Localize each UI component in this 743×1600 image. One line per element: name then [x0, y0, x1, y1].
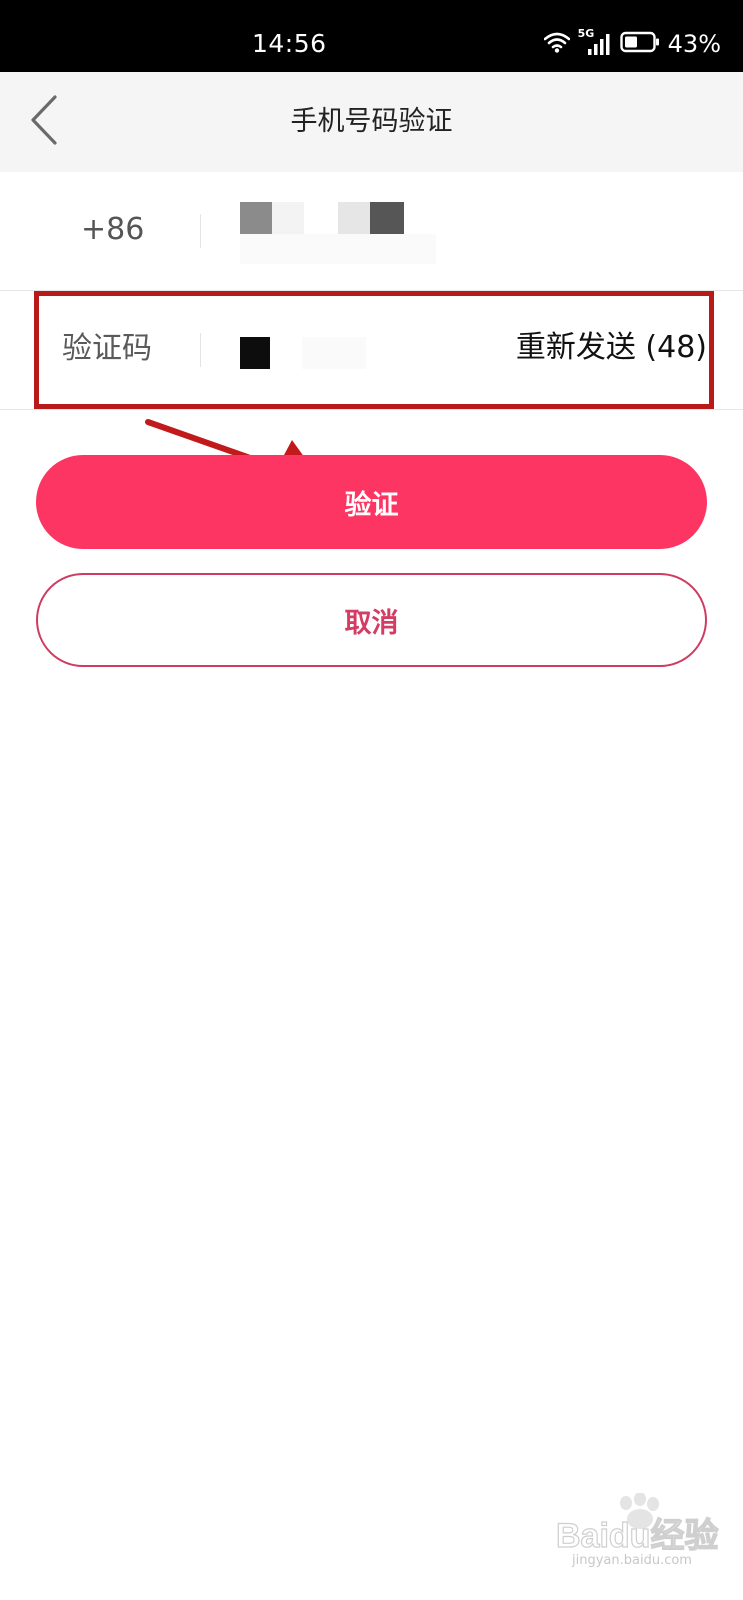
resend-code-button[interactable]: 重新发送 (48) — [516, 327, 707, 369]
masked-digit — [370, 202, 404, 234]
page-title: 手机号码验证 — [290, 106, 453, 137]
verification-code-label: 验证码 — [62, 331, 152, 366]
field-divider — [200, 333, 201, 367]
battery-percent: 43% — [667, 30, 721, 58]
country-code[interactable]: +86 — [81, 210, 144, 250]
masked-digit — [272, 202, 304, 234]
watermark-brand: Baidu经验 — [556, 1516, 718, 1555]
status-bar: 14:56 5G 43% — [0, 0, 743, 72]
wifi-icon — [543, 31, 570, 57]
phone-number-field[interactable] — [240, 200, 440, 268]
status-icons: 5G 43% — [543, 27, 721, 61]
masked-digit — [240, 337, 270, 369]
status-time: 14:56 — [252, 29, 327, 58]
phone-number-row: +86 — [0, 172, 743, 291]
watermark-domain: jingyan.baidu.com — [572, 1553, 692, 1568]
masked-digit — [338, 202, 370, 234]
baidu-jingyan-watermark: Baidu经验 jingyan.baidu.com — [554, 1492, 726, 1577]
field-divider — [200, 214, 201, 248]
battery-icon — [619, 31, 660, 57]
navigation-bar: 手机号码验证 — [0, 72, 743, 172]
cancel-button-label: 取消 — [344, 607, 399, 639]
cancel-button[interactable]: 取消 — [36, 573, 707, 667]
verification-code-input[interactable] — [240, 319, 440, 387]
masked-digit — [240, 202, 272, 234]
masked-digit — [302, 337, 366, 369]
verify-button-label: 验证 — [344, 489, 399, 521]
verification-code-row: 验证码 重新发送 (48) — [0, 291, 743, 410]
masked-digit — [240, 234, 436, 264]
signal-icon: 5G — [578, 27, 612, 59]
verify-button[interactable]: 验证 — [36, 455, 707, 549]
